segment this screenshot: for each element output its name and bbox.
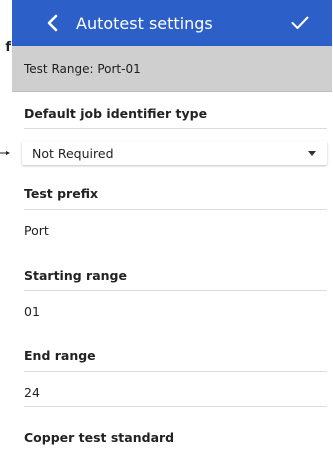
test-range-header: Test Range: Port-01 [12, 46, 332, 92]
autotest-settings-panel: Autotest settings Test Range: Port-01 De… [12, 0, 332, 449]
screen: f Autotest settings Test Range: Port-01 [0, 0, 333, 449]
check-icon [291, 16, 309, 29]
starting-range-label: Starting range [24, 268, 127, 283]
divider [24, 406, 327, 407]
end-range-label: End range [24, 348, 96, 363]
background-arrow-icon [0, 151, 10, 155]
divider [24, 128, 327, 129]
divider [24, 290, 327, 291]
background-fragment-text: f [5, 41, 11, 55]
end-range-input[interactable]: 24 [24, 385, 40, 400]
test-prefix-input[interactable]: Port [24, 223, 49, 238]
chevron-left-icon [47, 14, 58, 32]
back-button[interactable] [32, 0, 72, 46]
job-identifier-value: Not Required [32, 145, 114, 161]
app-bar: Autotest settings [12, 0, 332, 46]
divider [24, 371, 327, 372]
background-text-fragment: f [0, 41, 12, 55]
divider [24, 209, 327, 210]
starting-range-input[interactable]: 01 [24, 304, 40, 319]
copper-test-standard-label: Copper test standard [24, 430, 175, 445]
page-title: Autotest settings [76, 13, 213, 33]
confirm-button[interactable] [280, 0, 320, 46]
job-identifier-select[interactable]: Not Required [22, 141, 327, 165]
caret-down-icon [305, 141, 319, 165]
test-prefix-label: Test prefix [24, 186, 99, 201]
test-range-label: Test Range: Port-01 [24, 61, 141, 76]
job-identifier-label: Default job identifier type [24, 106, 208, 121]
